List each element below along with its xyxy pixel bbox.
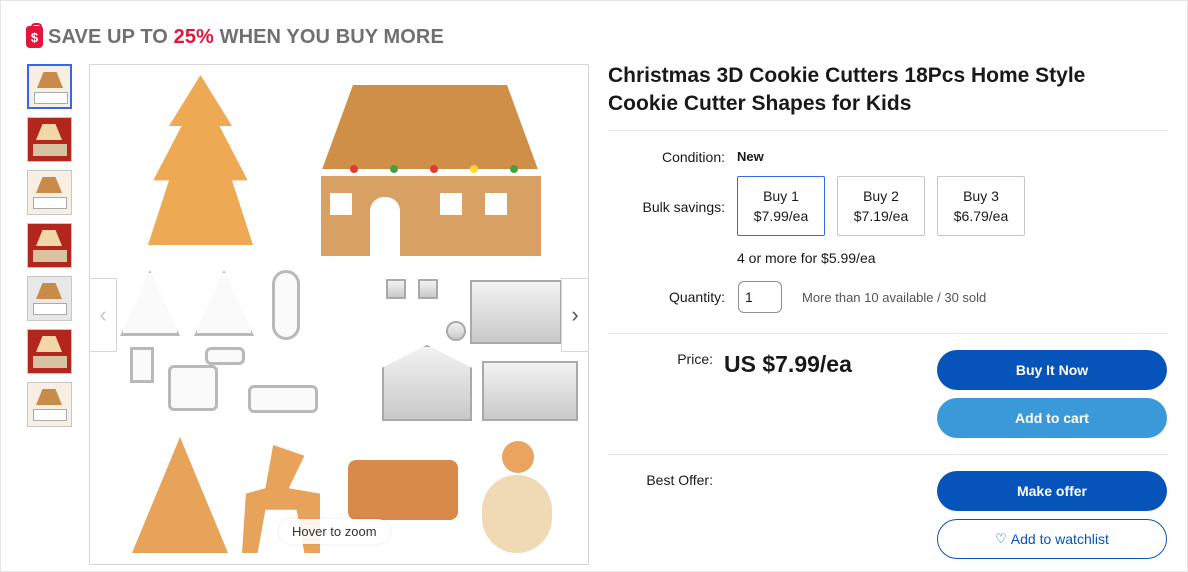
- price-tag-icon: $: [26, 23, 43, 48]
- bulk-option-price: $7.99/ea: [753, 208, 809, 224]
- small-cutter-image: [130, 347, 154, 383]
- reindeer-cutter-image: [168, 365, 218, 411]
- snowman-cookie-image: [482, 475, 552, 553]
- house-cutter-image-3: [482, 361, 578, 421]
- make-offer-button[interactable]: Make offer: [937, 471, 1167, 511]
- availability-text: More than 10 available / 30 sold: [802, 290, 987, 305]
- zoom-hint: Hover to zoom: [279, 519, 390, 544]
- bulk-option-qty: Buy 3: [963, 188, 999, 204]
- thumbnail-5[interactable]: [27, 276, 72, 321]
- bulk-savings-label: Bulk savings:: [642, 199, 725, 215]
- tree-cookie-image: [148, 75, 253, 245]
- bulk-option-buy-3[interactable]: Buy 3 $6.79/ea: [937, 176, 1025, 236]
- divider: [608, 333, 1168, 334]
- house-cutter-image: [470, 280, 562, 344]
- cross-cutter-image: [418, 279, 438, 299]
- promo-banner: $ SAVE UP TO 25% WHEN YOU BUY MORE: [26, 23, 444, 50]
- best-offer-label: Best Offer:: [646, 472, 713, 488]
- thumbnail-7[interactable]: [27, 382, 72, 427]
- price-value: US $7.99/ea: [724, 351, 852, 377]
- add-to-cart-button[interactable]: Add to cart: [937, 398, 1167, 438]
- snowman-cutter-image: [272, 270, 300, 340]
- divider: [608, 130, 1168, 131]
- bulk-option-buy-2[interactable]: Buy 2 $7.19/ea: [837, 176, 925, 236]
- product-title: Christmas 3D Cookie Cutters 18Pcs Home S…: [608, 64, 1086, 115]
- promo-prefix: SAVE UP TO: [48, 25, 174, 48]
- next-image-button[interactable]: ›: [561, 278, 589, 352]
- gingerbread-house-image: [310, 85, 550, 265]
- quantity-input[interactable]: 1: [738, 281, 782, 313]
- main-product-image[interactable]: [89, 64, 589, 565]
- divider: [608, 454, 1168, 455]
- thumbnail-1[interactable]: [27, 64, 72, 109]
- thumbnail-6[interactable]: [27, 329, 72, 374]
- tree-cutter-image: [120, 270, 180, 336]
- promo-highlight: 25%: [173, 25, 214, 48]
- star-cutter-image: [386, 279, 406, 299]
- snowman-head-image: [502, 441, 534, 473]
- tree-3d-cookie-image: [132, 437, 228, 553]
- thumbnail-4[interactable]: [27, 223, 72, 268]
- thumbnail-list: [27, 64, 73, 435]
- thumbnail-2[interactable]: [27, 117, 72, 162]
- add-to-watchlist-button[interactable]: ♡ Add to watchlist: [937, 519, 1167, 559]
- chevron-right-icon: ›: [571, 302, 579, 327]
- promo-text: SAVE UP TO 25% WHEN YOU BUY MORE: [48, 26, 444, 49]
- bulk-more-text: 4 or more for $5.99/ea: [737, 250, 876, 266]
- buy-it-now-button[interactable]: Buy It Now: [937, 350, 1167, 390]
- bulk-option-qty: Buy 2: [863, 188, 899, 204]
- sleigh-cutter-image: [248, 385, 318, 413]
- tree-cutter-image-2: [194, 270, 254, 336]
- condition-value: New: [737, 149, 764, 164]
- sleigh-cookie-image: [348, 460, 458, 520]
- house-cutter-image-2: [382, 345, 472, 421]
- quantity-label: Quantity:: [668, 289, 725, 305]
- price-label: Price:: [677, 351, 713, 367]
- watchlist-label: Add to watchlist: [1010, 531, 1109, 547]
- heart-icon: ♡: [995, 531, 1007, 546]
- thumbnail-3[interactable]: [27, 170, 72, 215]
- circle-cutter-image: [446, 321, 466, 341]
- condition-label: Condition:: [661, 149, 725, 165]
- small-cutter-image-2: [205, 347, 245, 365]
- promo-suffix: WHEN YOU BUY MORE: [213, 25, 444, 48]
- bulk-option-qty: Buy 1: [763, 188, 799, 204]
- bulk-option-buy-1[interactable]: Buy 1 $7.99/ea: [737, 176, 825, 236]
- chevron-left-icon: ‹: [99, 302, 107, 327]
- bulk-option-price: $6.79/ea: [953, 208, 1009, 224]
- prev-image-button[interactable]: ‹: [89, 278, 117, 352]
- bulk-option-price: $7.19/ea: [853, 208, 909, 224]
